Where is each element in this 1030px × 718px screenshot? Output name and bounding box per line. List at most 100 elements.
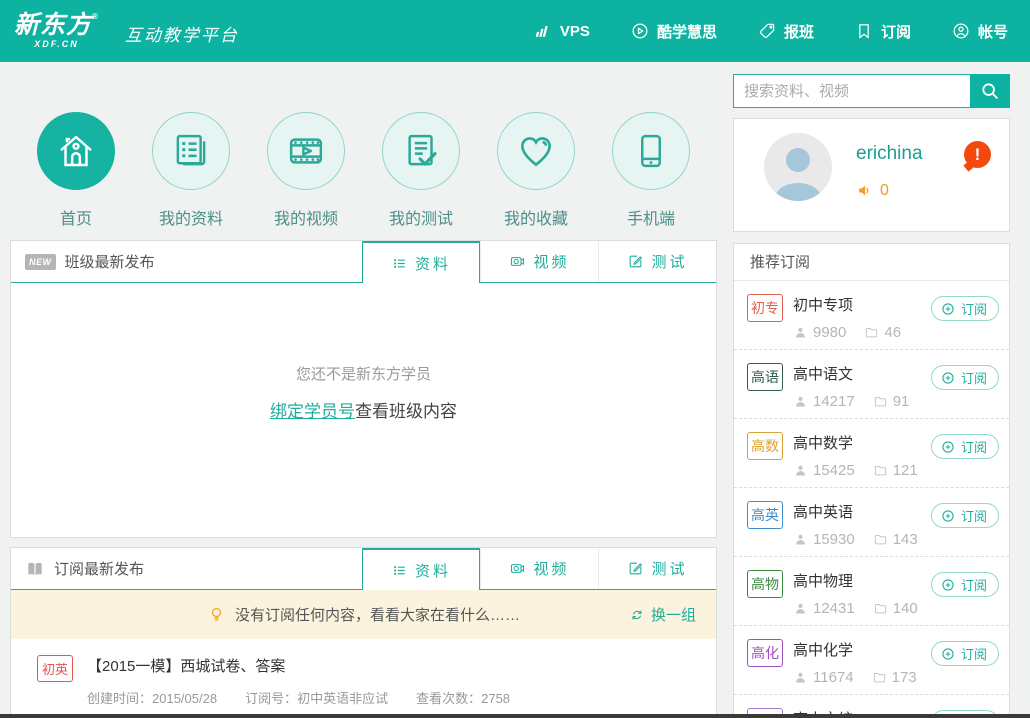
file-count: 143 xyxy=(893,531,918,548)
quicknav-my-videos[interactable]: 我的视频 xyxy=(260,112,352,229)
class-tab-tests-label: 测试 xyxy=(651,251,687,272)
edit-icon xyxy=(627,560,644,577)
subscriber-count: 14217 xyxy=(813,393,855,410)
subscribe-panel-tabs: 资料 视频 测试 xyxy=(362,548,716,589)
bind-student-link[interactable]: 绑定学员号 xyxy=(270,402,355,421)
lightbulb-icon xyxy=(207,605,226,624)
top-nav: VPS 酷学慧思 报班 订阅 帐号 xyxy=(533,21,1008,42)
registered-mark: ® xyxy=(92,12,99,21)
class-tab-videos[interactable]: 视频 xyxy=(480,241,598,282)
search-input[interactable] xyxy=(733,74,970,108)
recommend-item-title[interactable]: 高中物理 xyxy=(793,570,931,591)
recommend-item-counts: 14217 91 xyxy=(793,393,931,410)
class-tab-materials[interactable]: 资料 xyxy=(362,241,480,283)
subscribe-button[interactable]: 订阅 xyxy=(931,572,999,597)
home-icon xyxy=(55,130,97,172)
recommend-item-counts: 12431 140 xyxy=(793,600,931,617)
subscribe-tab-tests[interactable]: 测试 xyxy=(598,548,716,589)
page: 新东方® XDF.CN 互动教学平台 VPS 酷学慧思 报班 订阅 xyxy=(0,0,1030,718)
file-count: 91 xyxy=(893,393,910,410)
search-bar xyxy=(733,74,1010,108)
quicknav-mobile[interactable]: 手机端 xyxy=(605,112,697,229)
topnav-vps[interactable]: VPS xyxy=(533,21,590,41)
topnav-account-label: 帐号 xyxy=(978,21,1008,42)
recommend-item-title[interactable]: 高中数学 xyxy=(793,432,931,453)
message-row[interactable]: 0 xyxy=(856,181,889,200)
quicknav-tests-circle xyxy=(382,112,460,190)
class-panel-title: 班级最新发布 xyxy=(65,251,155,272)
folder-icon xyxy=(872,670,887,685)
no-subscription-notice: 没有订阅任何内容，看看大家在看什么…… 换一组 xyxy=(11,590,716,639)
message-count: 0 xyxy=(880,182,889,200)
bottom-edge-strip xyxy=(0,714,1030,718)
quicknav-videos-circle xyxy=(267,112,345,190)
folder-icon xyxy=(873,532,888,547)
recommend-item-body: 高中语文 14217 91 xyxy=(793,363,931,410)
quicknav-mobile-circle xyxy=(612,112,690,190)
film-icon xyxy=(285,130,327,172)
recommend-item-title[interactable]: 初中专项 xyxy=(793,294,931,315)
recommend-item-title[interactable]: 高中语文 xyxy=(793,363,931,384)
plus-circle-icon xyxy=(940,646,956,662)
subscribe-button[interactable]: 订阅 xyxy=(931,296,999,321)
recommend-item-counts: 11674 173 xyxy=(793,669,931,686)
class-panel-tabs: 资料 视频 测试 xyxy=(362,241,716,282)
bind-student-line: 绑定学员号查看班级内容 xyxy=(11,397,716,422)
quicknav-my-tests[interactable]: 我的测试 xyxy=(375,112,467,229)
avatar[interactable] xyxy=(764,133,832,201)
subscribe-button-label: 订阅 xyxy=(961,575,987,594)
topnav-vps-label: VPS xyxy=(560,23,590,40)
class-tab-videos-label: 视频 xyxy=(533,251,569,272)
alert-mark: ! xyxy=(975,145,981,165)
subscribe-tab-materials[interactable]: 资料 xyxy=(362,548,480,590)
recommend-subscriptions-panel: 推荐订阅 初专 初中专项 9980 46 订阅 高语 高中语文 xyxy=(733,243,1010,718)
logo-text: 新东方® xyxy=(14,13,99,38)
feed-item[interactable]: 初英 【2015一模】西城试卷、答案 创建时间：2015/05/28 订阅号：初… xyxy=(13,639,714,718)
topnav-subscribe[interactable]: 订阅 xyxy=(854,21,911,42)
search-button[interactable] xyxy=(970,74,1010,108)
recommend-item-title[interactable]: 高中化学 xyxy=(793,639,931,660)
folder-icon xyxy=(864,325,879,340)
plus-circle-icon xyxy=(940,370,956,386)
camera-icon xyxy=(509,253,526,270)
recommend-badge: 高物 xyxy=(747,570,783,598)
recommend-item-counts: 9980 46 xyxy=(793,324,931,341)
subscribe-button[interactable]: 订阅 xyxy=(931,641,999,666)
topnav-kuxue-huisi[interactable]: 酷学慧思 xyxy=(630,21,717,42)
recommend-item-gaowu: 高物 高中物理 12431 140 订阅 xyxy=(734,557,1009,626)
test-check-icon xyxy=(400,130,442,172)
file-count: 140 xyxy=(893,600,918,617)
refresh-icon xyxy=(629,607,645,623)
recommend-badge: 初专 xyxy=(747,294,783,322)
recommend-item-gaoyu: 高语 高中语文 14217 91 订阅 xyxy=(734,350,1009,419)
topnav-account[interactable]: 帐号 xyxy=(951,21,1008,42)
topnav-baoban[interactable]: 报班 xyxy=(757,21,814,42)
class-tab-materials-label: 资料 xyxy=(415,253,451,274)
documents-icon xyxy=(170,130,212,172)
feed-created-date: 创建时间：2015/05/28 xyxy=(87,688,217,707)
recommend-item-title[interactable]: 高中英语 xyxy=(793,501,931,522)
quicknav-my-favorites[interactable]: 我的收藏 xyxy=(490,112,582,229)
subscribe-button-label: 订阅 xyxy=(961,506,987,525)
folder-icon xyxy=(873,463,888,478)
change-group-button[interactable]: 换一组 xyxy=(629,590,696,639)
subscribe-button[interactable]: 订阅 xyxy=(931,365,999,390)
class-tab-tests[interactable]: 测试 xyxy=(598,241,716,282)
subscribe-button[interactable]: 订阅 xyxy=(931,434,999,459)
username[interactable]: erichina xyxy=(856,143,923,165)
quicknav-home[interactable]: 首页 xyxy=(30,112,122,229)
subscribe-tab-videos[interactable]: 视频 xyxy=(480,548,598,589)
xdf-logo[interactable]: 新东方® XDF.CN xyxy=(14,13,99,49)
recommend-title: 推荐订阅 xyxy=(734,244,1009,281)
recommend-item-chuzhuan: 初专 初中专项 9980 46 订阅 xyxy=(734,281,1009,350)
subscribe-button[interactable]: 订阅 xyxy=(931,503,999,528)
tag-icon xyxy=(757,21,777,41)
alert-badge[interactable]: ! xyxy=(964,141,991,168)
class-panel-title-area: NEW 班级最新发布 xyxy=(11,241,362,282)
signal-bars-icon xyxy=(533,21,553,41)
quicknav-my-materials[interactable]: 我的资料 xyxy=(145,112,237,229)
recommend-item-body: 高中化学 11674 173 xyxy=(793,639,931,686)
feed-item-title[interactable]: 【2015一模】西城试卷、答案 xyxy=(87,655,510,676)
quicknav-favorites-label: 我的收藏 xyxy=(490,205,582,229)
list-icon xyxy=(391,255,408,272)
